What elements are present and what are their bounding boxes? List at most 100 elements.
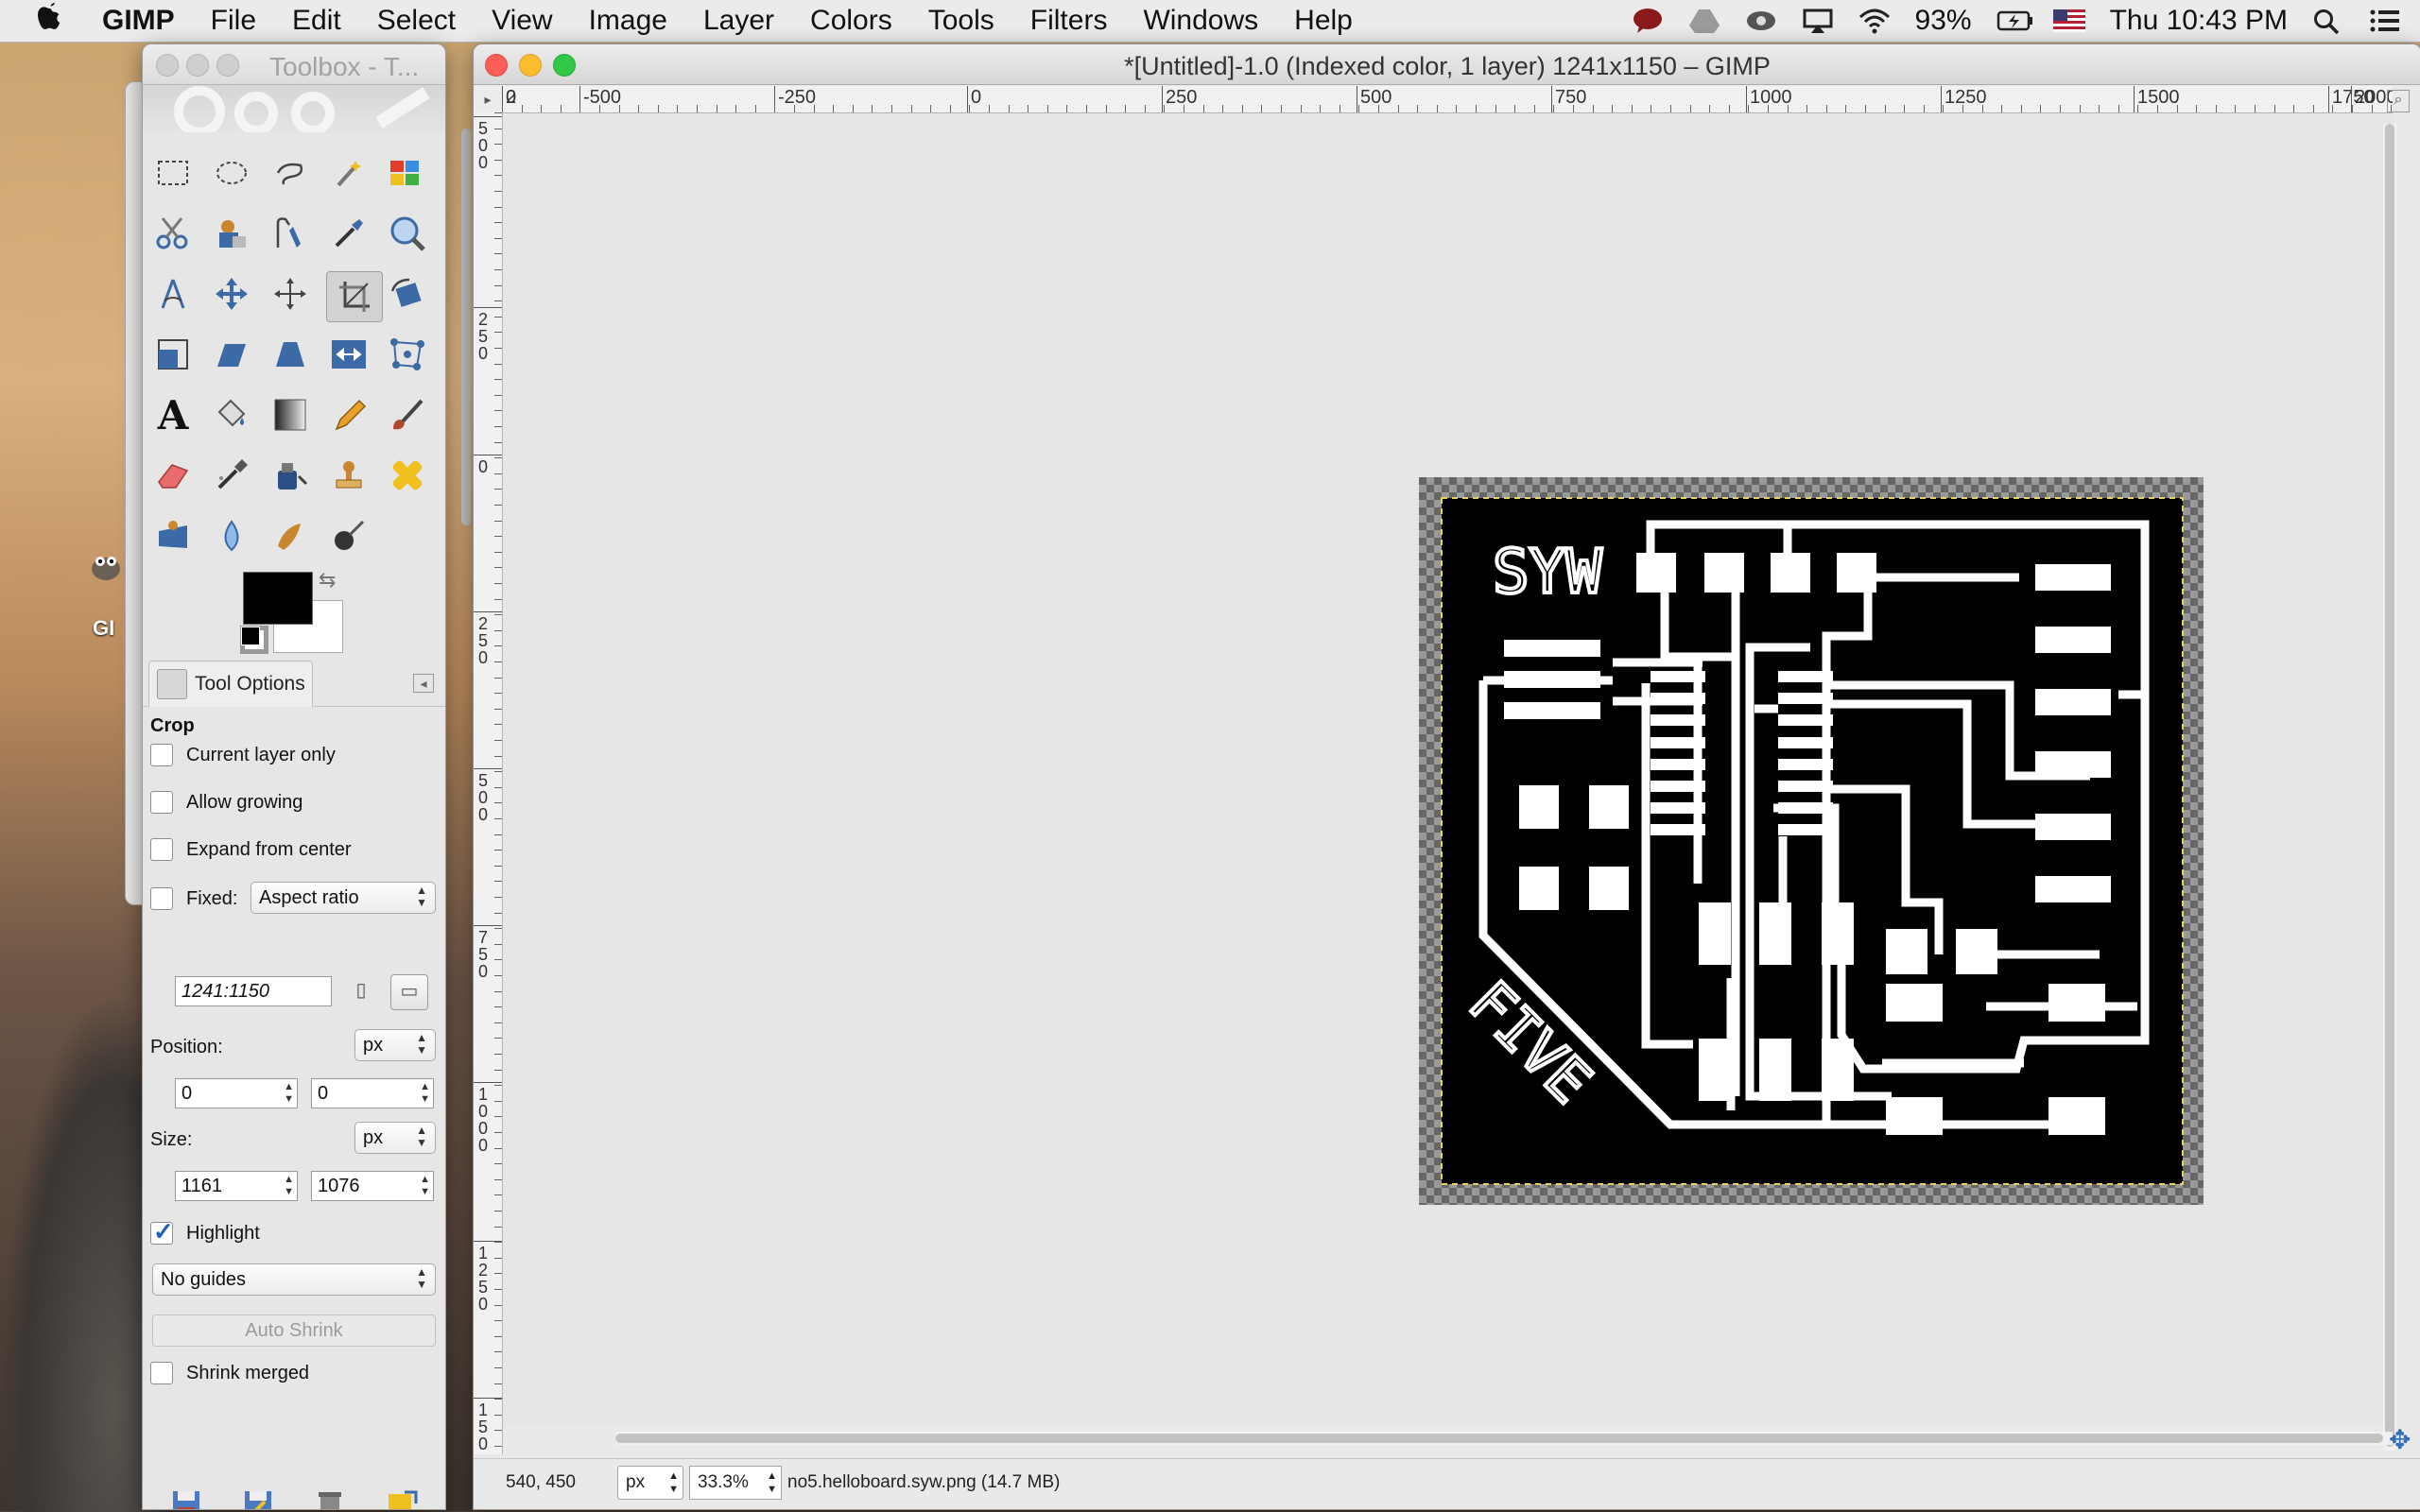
size-unit-select[interactable]: px ▲ ▼ [354,1122,436,1154]
perspective-clone-icon[interactable] [150,513,196,558]
position-unit-select[interactable]: px ▲ ▼ [354,1029,436,1061]
text-tool-icon[interactable]: A [150,392,196,438]
current-layer-only-checkbox[interactable] [150,744,173,766]
blend-gradient-icon[interactable] [268,392,313,438]
fuzzy-select-wand-icon[interactable] [326,150,372,196]
smudge-icon[interactable] [268,513,313,558]
shear-tool-icon[interactable] [209,332,254,377]
clock[interactable]: Thu 10:43 PM [2110,5,2288,37]
aspect-ratio-input[interactable]: 1241:1150 [175,976,332,1006]
position-x-input[interactable]: 0 ▲ ▼ [175,1078,298,1108]
blur-sharpen-icon[interactable] [209,513,254,558]
option-allow-growing[interactable]: Allow growing [150,791,302,814]
airplay-icon[interactable] [1802,8,1834,34]
foreground-select-icon[interactable] [209,211,254,256]
rect-select-icon[interactable] [150,150,196,196]
horizontal-scroll-thumb[interactable] [615,1434,2383,1443]
menu-help[interactable]: Help [1294,5,1353,37]
paintbrush-icon[interactable] [385,392,430,438]
menu-select[interactable]: Select [377,5,456,37]
app-menu-gimp[interactable]: GIMP [102,5,175,37]
option-highlight[interactable]: Highlight [150,1217,260,1246]
fixed-mode-select[interactable]: Aspect ratio ▲ ▼ [251,882,436,914]
menu-edit[interactable]: Edit [292,5,341,37]
notification-center-icon[interactable] [2369,8,2401,34]
perspective-tool-icon[interactable] [268,332,313,377]
vertical-scroll-thumb[interactable] [2385,124,2394,1447]
option-shrink-merged[interactable]: Shrink merged [150,1362,309,1384]
navigate-icon[interactable]: ✥ [2389,1424,2411,1455]
portrait-icon[interactable]: ▯ [343,974,379,1008]
spin-arrows-icon[interactable]: ▲ ▼ [420,1174,430,1198]
spin-arrows-icon[interactable]: ▲ ▼ [284,1174,294,1198]
landscape-icon[interactable]: ▭ [390,974,428,1010]
size-height-input[interactable]: 1076 ▲ ▼ [311,1171,434,1201]
menu-windows[interactable]: Windows [1143,5,1258,37]
swap-colors-icon[interactable]: ⇆ [319,568,336,593]
eraser-icon[interactable] [150,453,196,498]
menu-filters[interactable]: Filters [1030,5,1108,37]
reset-options-icon[interactable] [385,1488,419,1509]
image-window-titlebar[interactable]: *[Untitled]-1.0 (Indexed color, 1 layer)… [474,44,2420,85]
save-options-icon[interactable] [169,1488,203,1509]
free-select-lasso-icon[interactable] [268,150,313,196]
chat-icon[interactable] [1632,8,1664,34]
clone-stamp-icon[interactable] [326,453,372,498]
menu-image[interactable]: Image [589,5,667,37]
paths-tool-icon[interactable] [268,211,313,256]
menu-colors[interactable]: Colors [810,5,892,37]
scissors-select-icon[interactable] [150,211,196,256]
spin-arrows-icon[interactable]: ▲ ▼ [284,1081,294,1106]
dodge-burn-icon[interactable] [326,513,372,558]
color-picker-icon[interactable] [326,211,372,256]
tab-menu-button[interactable]: ◂ [413,674,434,693]
expand-from-center-checkbox[interactable] [150,838,173,861]
menu-view[interactable]: View [492,5,552,37]
shrink-merged-checkbox[interactable] [150,1362,173,1384]
option-current-layer-only[interactable]: Current layer only [150,744,336,766]
select-by-color-icon[interactable] [385,150,430,196]
toolbox-titlebar[interactable]: Toolbox - T... [143,44,445,85]
spotlight-search-icon[interactable] [2312,8,2344,35]
scale-tool-icon[interactable] [150,332,196,377]
horizontal-scrollbar[interactable] [615,1432,2393,1445]
battery-icon[interactable] [1996,8,2032,34]
zoom-button[interactable] [216,54,239,77]
menu-file[interactable]: File [211,5,256,37]
tab-tool-options[interactable]: Tool Options [148,661,313,707]
minimize-button[interactable] [186,54,209,77]
foreground-color-swatch-top[interactable] [243,572,313,625]
unit-select[interactable]: px ▲ ▼ [617,1466,683,1500]
wifi-icon[interactable] [1858,8,1891,34]
option-fixed[interactable]: Fixed: [150,887,237,910]
flip-tool-icon[interactable] [326,332,372,377]
size-width-input[interactable]: 1161 ▲ ▼ [175,1171,298,1201]
default-colors-icon[interactable] [241,627,260,645]
close-button[interactable] [156,54,179,77]
spin-arrows-icon[interactable]: ▲ ▼ [420,1081,430,1106]
airbrush-icon[interactable] [209,453,254,498]
pencil-icon[interactable] [326,392,372,438]
auto-shrink-button[interactable]: Auto Shrink [152,1314,436,1347]
horizontal-ruler[interactable]: 0-500-2500250500750100012501500175020002 [502,86,2393,113]
bucket-fill-icon[interactable] [209,392,254,438]
align-tool-icon[interactable] [268,271,313,317]
guides-select[interactable]: No guides ▲ ▼ [152,1263,436,1296]
cage-transform-icon[interactable] [385,332,430,377]
canvas-area[interactable]: SYW FIVE [504,113,2394,1425]
measure-tool-icon[interactable] [150,271,196,317]
apple-icon[interactable] [36,1,74,42]
vertical-scrollbar[interactable] [2383,124,2396,1451]
crop-tool-icon[interactable] [326,271,383,322]
zoom-tool-icon[interactable] [385,211,430,256]
quick-mask-toggle[interactable]: ▸ [474,86,503,113]
pcb-image[interactable]: SYW FIVE [1419,477,2204,1205]
eye-icon[interactable] [1745,8,1777,34]
restore-options-icon[interactable] [241,1488,275,1509]
highlight-checkbox[interactable] [150,1217,174,1246]
ink-tool-icon[interactable] [268,453,313,498]
ellipse-select-icon[interactable] [209,150,254,196]
desktop-gimp-icon[interactable] [87,546,125,584]
menu-layer[interactable]: Layer [703,5,774,37]
wilber-drop-area[interactable] [143,85,445,137]
